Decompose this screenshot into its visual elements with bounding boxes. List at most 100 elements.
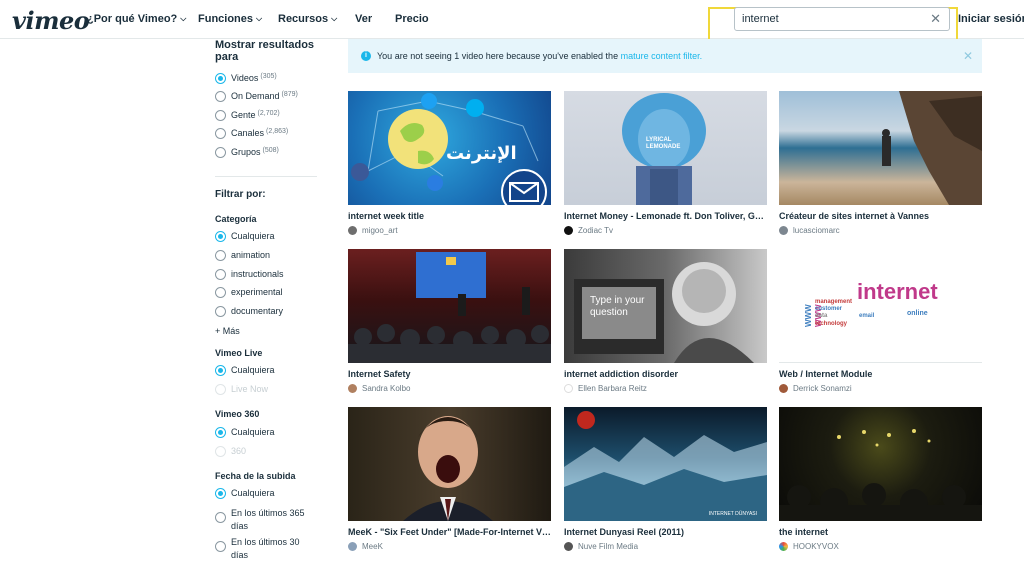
more-categories-link[interactable]: + Más — [215, 326, 240, 336]
beach-illustration — [882, 91, 982, 205]
upload-any[interactable]: Cualquiera — [215, 488, 275, 499]
sign-in-link[interactable]: Iniciar sesión — [958, 13, 1024, 25]
nav-label: Precio — [395, 13, 429, 25]
radio-label: Cualquiera — [231, 427, 275, 437]
category-documentary[interactable]: documentary — [215, 306, 283, 317]
video-thumbnail[interactable] — [779, 91, 982, 205]
category-animation[interactable]: animation — [215, 250, 270, 261]
video-author[interactable]: migoo_art — [348, 226, 551, 235]
radio-label: Canales — [231, 128, 265, 138]
video-author[interactable]: Derrick Sonamzi — [779, 384, 982, 393]
video-author[interactable]: Nuve Film Media — [564, 542, 767, 551]
concert-illustration — [779, 429, 982, 521]
type-groups[interactable]: Grupos (508) — [215, 147, 279, 158]
author-name: migoo_art — [362, 226, 398, 235]
v360-any[interactable]: Cualquiera — [215, 427, 275, 438]
type-channels[interactable]: Canales (2,863) — [215, 128, 288, 139]
radio-icon — [215, 446, 226, 457]
video-card[interactable]: Type in your question internet addiction… — [564, 249, 767, 393]
upload-365[interactable]: En los últimos 365 días — [215, 507, 311, 533]
thumbnail-caption: internet — [857, 279, 938, 304]
nav-why-vimeo[interactable]: ¿Por qué Vimeo? ⌵ — [87, 13, 186, 25]
video-card[interactable]: Internet Safety Sandra Kolbo — [348, 249, 551, 393]
category-experimental[interactable]: experimental — [215, 287, 283, 298]
type-people[interactable]: Gente (2,702) — [215, 110, 280, 121]
video-author[interactable]: HOOKYVOX — [779, 542, 982, 551]
type-videos[interactable]: Videos (305) — [215, 73, 277, 84]
mature-filter-notice: i You are not seeing 1 video here becaus… — [348, 39, 982, 73]
upload-30[interactable]: En los últimos 30 días — [215, 536, 311, 562]
nav-watch[interactable]: Ver — [355, 13, 372, 25]
video-card[interactable]: INTERNET DÜNYASI Internet Dunyasi Reel (… — [564, 407, 767, 551]
svg-text:customer: customer — [815, 306, 843, 312]
radio-label: Videos — [231, 73, 259, 83]
live-any[interactable]: Cualquiera — [215, 365, 275, 376]
thumbnail-caption: INTERNET DÜNYASI — [708, 511, 757, 517]
chevron-down-icon: ⌵ — [180, 14, 187, 23]
nav-pricing[interactable]: Precio — [395, 13, 429, 25]
video-thumbnail[interactable]: Type in your question — [564, 249, 767, 363]
video-card[interactable]: WWW WWW management customer data email o… — [779, 249, 982, 393]
video-card[interactable]: MeeK - "Six Feet Under" [Made-For-Intern… — [348, 407, 551, 551]
video-title[interactable]: Internet Safety — [348, 369, 551, 379]
type-on-demand[interactable]: On Demand (879) — [215, 91, 298, 102]
video-thumbnail[interactable]: LYRICAL LEMONADE — [564, 91, 767, 205]
avatar — [564, 542, 573, 551]
clear-search-icon[interactable]: ✕ — [930, 11, 941, 27]
avatar — [348, 226, 357, 235]
video-title[interactable]: Web / Internet Module — [779, 369, 982, 379]
video-thumbnail[interactable]: WWW WWW management customer data email o… — [779, 249, 982, 363]
category-instructionals[interactable]: instructionals — [215, 269, 284, 280]
category-any[interactable]: Cualquiera — [215, 231, 275, 242]
author-name: lucasciomarc — [793, 226, 840, 235]
search-input[interactable]: internet ✕ — [734, 7, 950, 31]
result-count: (305) — [260, 73, 277, 80]
video-author[interactable]: Zodiac Tv — [564, 226, 767, 235]
video-title[interactable]: Internet Money - Lemonade ft. Don Tolive… — [564, 211, 767, 221]
video-card[interactable]: LYRICAL LEMONADE Internet Money - Lemona… — [564, 91, 767, 235]
video-thumbnail[interactable]: الإنترنت — [348, 91, 551, 205]
radio-icon — [215, 250, 226, 261]
svg-text:online: online — [907, 310, 928, 317]
radio-label: instructionals — [231, 269, 284, 279]
author-name: Nuve Film Media — [578, 542, 639, 551]
video-title[interactable]: MeeK - "Six Feet Under" [Made-For-Intern… — [348, 527, 551, 537]
video-title[interactable]: the internet — [779, 527, 982, 537]
video-author[interactable]: MeeK — [348, 542, 551, 551]
v360-only: 360 — [215, 446, 246, 457]
nav-resources[interactable]: Recursos ⌵ — [278, 13, 337, 25]
upload-date-title: Fecha de la subida — [215, 471, 296, 481]
video-thumbnail[interactable]: INTERNET DÜNYASI — [564, 407, 767, 521]
video-thumbnail[interactable] — [348, 407, 551, 521]
video-thumbnail[interactable] — [779, 407, 982, 521]
avatar — [564, 226, 573, 235]
mature-filter-link[interactable]: mature content filter. — [621, 51, 703, 61]
radio-icon — [215, 231, 226, 242]
show-results-title: Mostrar resultados para — [215, 39, 315, 63]
video-card[interactable]: Créateur de sites internet à Vannes luca… — [779, 91, 982, 235]
video-author[interactable]: Ellen Barbara Reitz — [564, 384, 767, 393]
radio-icon — [215, 73, 226, 84]
video-title[interactable]: Créateur de sites internet à Vannes — [779, 211, 982, 221]
video-author[interactable]: Sandra Kolbo — [348, 384, 551, 393]
video-card[interactable]: the internet HOOKYVOX — [779, 407, 982, 551]
video-title[interactable]: internet addiction disorder — [564, 369, 767, 379]
video-thumbnail[interactable] — [348, 249, 551, 363]
svg-text:management: management — [815, 299, 852, 305]
radio-label: Live Now — [231, 384, 269, 394]
avatar — [348, 384, 357, 393]
radio-icon — [215, 512, 226, 523]
chevron-down-icon: ⌵ — [331, 14, 338, 23]
author-name: Zodiac Tv — [578, 226, 613, 235]
close-icon[interactable]: ✕ — [963, 49, 973, 63]
video-author[interactable]: lucasciomarc — [779, 226, 982, 235]
vimeo-logo[interactable]: vimeo — [12, 6, 90, 35]
svg-text:WWW: WWW — [804, 304, 813, 327]
video-title[interactable]: Internet Dunyasi Reel (2011) — [564, 527, 767, 537]
video-title[interactable]: internet week title — [348, 211, 551, 221]
nav-features[interactable]: Funciones ⌵ — [198, 13, 262, 25]
author-name: MeeK — [362, 542, 383, 551]
author-name: Derrick Sonamzi — [793, 384, 852, 393]
video-card[interactable]: الإنترنت internet week title migoo_art — [348, 91, 551, 235]
result-count: (879) — [281, 91, 298, 98]
